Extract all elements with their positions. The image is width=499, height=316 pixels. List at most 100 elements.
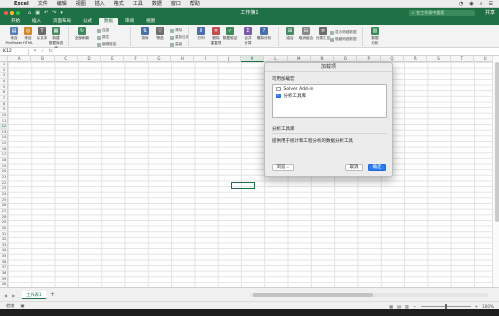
ribbon-separator <box>130 27 131 46</box>
ribbon-small-item-3[interactable]: 清除 <box>170 28 182 33</box>
ribbon-small-label-6: 显示明细数据 <box>335 30 357 34</box>
ribbon-button-11[interactable]: ? 模拟分析 <box>256 27 272 41</box>
solver-checkbox[interactable] <box>276 86 281 92</box>
horizontal-scroll-thumb[interactable] <box>253 293 373 297</box>
browse-button[interactable]: 浏览... <box>272 164 294 171</box>
ribbon-small-item-6[interactable]: 显示明细数据 <box>330 30 357 35</box>
ribbon-icon-15: ▥ <box>371 27 379 35</box>
ribbon-button-14[interactable]: ≡ 分类汇总 <box>315 27 331 41</box>
home-icon[interactable]: ⌂ <box>28 10 31 16</box>
addins-list[interactable]: Solver Add-in ✓ 分析工具库 <box>272 84 387 118</box>
ribbon-small-label-1: 属性 <box>102 35 110 39</box>
ribbon-small-item-0[interactable]: 连接 <box>97 28 109 33</box>
menu-item[interactable]: 插入 <box>95 0 105 7</box>
ribbon-label-13: 取消组合 <box>298 36 314 40</box>
tab-1[interactable]: 插入 <box>27 18 46 25</box>
ribbon-button-5[interactable]: ⇅ 排序 <box>137 27 153 41</box>
menu-item[interactable]: 帮助 <box>190 0 200 7</box>
ribbon-button-6[interactable]: ▽ 筛选 <box>152 27 168 41</box>
redo-icon[interactable]: ↷ <box>52 10 56 16</box>
zoom-slider[interactable] <box>420 303 471 309</box>
ribbon-button-7[interactable]: ⫴ 分列 <box>193 27 209 41</box>
tab-3[interactable]: 公式 <box>78 18 97 25</box>
customize-dropdown-icon[interactable]: ▾ <box>60 10 63 16</box>
ribbon-button-13[interactable]: ⊟ 取消组合 <box>298 27 314 41</box>
status-bar: 就绪 ▣ ▦ ▤ ▥ − + 100% <box>0 301 499 309</box>
name-box[interactable]: K12 <box>1 48 29 55</box>
ribbon-small-item-2[interactable]: 编辑链接 <box>97 42 116 47</box>
ribbon-small-item-7[interactable]: 隐藏明细数据 <box>330 37 357 42</box>
wifi-icon[interactable]: ◔ <box>459 1 463 7</box>
undo-icon[interactable]: ↶ <box>44 10 48 16</box>
ribbon-small-item-4[interactable]: 重新应用 <box>170 35 189 40</box>
ok-button[interactable]: 确定 <box>368 164 386 171</box>
zoom-level: 100% <box>482 303 494 309</box>
vertical-scrollbar[interactable] <box>492 56 499 287</box>
menu-item[interactable]: 格式 <box>114 0 124 7</box>
ribbon-button-9[interactable]: ✓ 数据验证 <box>222 27 238 41</box>
ribbon-label-14: 分类汇总 <box>315 36 331 40</box>
menu-item[interactable]: Excel <box>14 1 29 7</box>
cancel-button[interactable]: 取消 <box>345 164 363 171</box>
ribbon-tabs: 开始 插入 页面布局 公式 数据 审阅 视图 <box>0 17 499 25</box>
ribbon-label-15: 数据 分析 <box>371 36 379 45</box>
ribbon-icon-5: ⇅ <box>141 27 149 35</box>
zoom-out-icon[interactable]: − <box>413 304 417 309</box>
zoom-in-icon[interactable]: + <box>475 304 479 309</box>
tab-4[interactable]: 数据 <box>99 18 118 25</box>
tab-5[interactable]: 审阅 <box>120 18 139 25</box>
vertical-scroll-thumb[interactable] <box>494 62 499 222</box>
ribbon-small-icon-0 <box>97 28 101 33</box>
ribbon-button-10[interactable]: Σ 合并 计算 <box>240 27 256 46</box>
menu-item[interactable]: 视图 <box>76 0 86 7</box>
menu-item[interactable]: 编辑 <box>57 0 67 7</box>
cell-area[interactable] <box>8 62 492 287</box>
control-center-icon[interactable]: ☰ <box>489 1 493 7</box>
formula-input[interactable] <box>57 49 499 55</box>
ribbon-icon-3: ▦ <box>52 27 60 35</box>
add-sheet-button[interactable]: + <box>50 291 55 298</box>
minimize-window-button[interactable] <box>10 10 14 15</box>
page-layout-view-icon[interactable]: ▤ <box>397 304 401 309</box>
ribbon-button-12[interactable]: ⊞ 组合 <box>282 27 298 41</box>
save-icon[interactable]: ▣ <box>35 10 40 16</box>
ribbon-small-item-5[interactable]: 高级 <box>170 42 182 47</box>
page-break-view-icon[interactable]: ▥ <box>405 304 409 309</box>
tab-2[interactable]: 页面布局 <box>48 18 76 25</box>
ribbon-button-15[interactable]: ▥ 数据 分析 <box>367 27 383 46</box>
menu-item[interactable]: 窗口 <box>171 0 181 7</box>
confirm-entry-icon[interactable]: ✓ <box>41 49 45 54</box>
ribbon-small-item-1[interactable]: 属性 <box>97 35 109 40</box>
addin-solver[interactable]: Solver Add-in <box>273 86 386 92</box>
sheet-search-input[interactable]: ⌕ 在工作表中搜索 <box>409 9 475 16</box>
addin-analysis-toolpak[interactable]: ✓ 分析工具库 <box>273 93 386 99</box>
sheet-tab-sheet1[interactable]: 工作表1 <box>22 291 46 299</box>
ribbon-icon-4: ↻ <box>78 27 86 35</box>
normal-view-icon[interactable]: ▦ <box>389 304 393 309</box>
menu-item[interactable]: 数据 <box>152 0 162 7</box>
ribbon-button-4[interactable]: ↻ 全部刷新 <box>74 27 90 41</box>
tab-0[interactable]: 开始 <box>6 18 25 25</box>
zoom-window-button[interactable] <box>16 10 20 15</box>
ribbon-icon-13: ⊟ <box>302 27 310 35</box>
tab-6[interactable]: 视图 <box>141 18 160 25</box>
macro-record-icon[interactable]: ▣ <box>20 303 24 308</box>
menu-item[interactable]: 工具 <box>133 0 143 7</box>
next-sheet-icon[interactable]: ▶ <box>12 293 15 298</box>
spotlight-icon[interactable]: ◉ <box>469 1 473 7</box>
active-cell-k12[interactable] <box>231 182 255 189</box>
insert-function-icon[interactable]: fx <box>49 49 53 54</box>
ribbon-label-2: 从文本 <box>36 36 48 40</box>
search-icon[interactable]: ⌕ <box>480 1 483 7</box>
status-ready-text: 就绪 <box>6 302 15 308</box>
ribbon-icon-2: T <box>38 27 46 35</box>
close-window-button[interactable] <box>4 10 8 15</box>
ribbon-small-icon-7 <box>330 37 334 42</box>
prev-sheet-icon[interactable]: ◀ <box>4 293 7 298</box>
formula-bar: K12 ✕ ✓ fx <box>0 48 499 56</box>
analysis-toolpak-checkbox[interactable]: ✓ <box>276 94 281 99</box>
share-user-button[interactable]: 共享 <box>485 9 495 16</box>
cancel-entry-icon[interactable]: ✕ <box>33 49 37 54</box>
menu-item[interactable]: 文件 <box>38 0 48 7</box>
horizontal-scrollbar[interactable] <box>250 293 488 297</box>
